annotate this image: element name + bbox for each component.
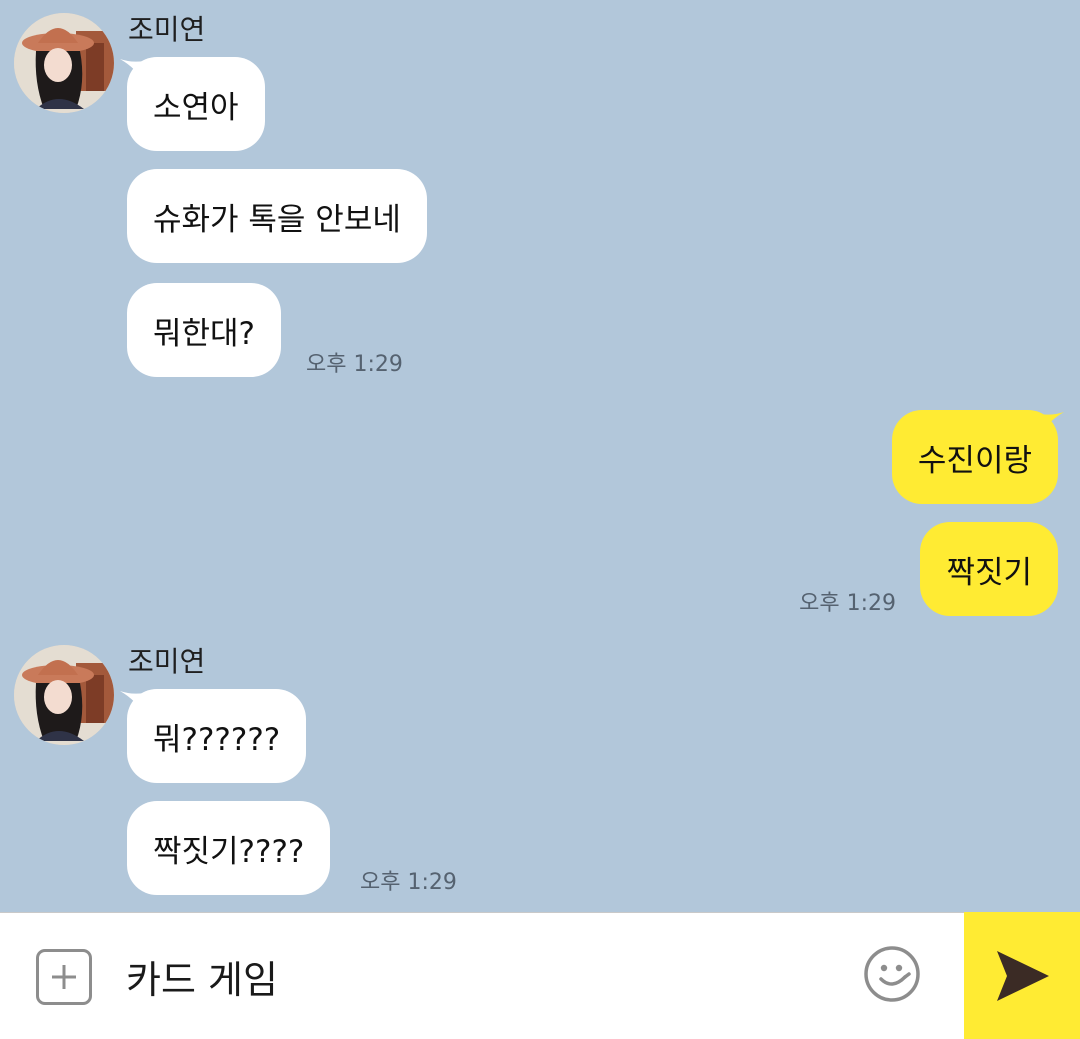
profile-photo-icon xyxy=(14,13,114,113)
incoming-message-bubble[interactable]: 소연아 xyxy=(127,57,265,151)
message-input[interactable] xyxy=(126,939,826,1013)
sender-name: 조미연 xyxy=(128,645,206,678)
profile-photo-icon xyxy=(14,645,114,745)
chat-area[interactable]: 조미연 소연아 슈화가 톡을 안보네 뭐한대? 오후 1:29 수진이랑 짝짓기… xyxy=(0,0,1080,912)
attach-button[interactable] xyxy=(36,949,92,1005)
send-button[interactable] xyxy=(964,912,1080,1039)
outgoing-message-bubble[interactable]: 짝짓기 xyxy=(920,522,1058,616)
incoming-message-bubble[interactable]: 짝짓기???? xyxy=(127,801,331,895)
incoming-message-bubble[interactable]: 슈화가 톡을 안보네 xyxy=(127,169,427,263)
sender-avatar[interactable] xyxy=(14,13,114,113)
message-timestamp: 오후 1:29 xyxy=(306,352,403,377)
plus-square-icon xyxy=(52,965,76,989)
outgoing-message-bubble[interactable]: 수진이랑 xyxy=(891,410,1058,504)
sender-avatar[interactable] xyxy=(14,645,114,745)
sender-name: 조미연 xyxy=(128,13,206,46)
send-arrow-icon xyxy=(997,950,1049,1001)
emoji-button[interactable] xyxy=(862,944,922,1004)
incoming-message-bubble[interactable]: 뭐?????? xyxy=(127,689,307,783)
smiley-icon xyxy=(864,946,920,1002)
message-timestamp: 오후 1:29 xyxy=(799,591,896,616)
message-timestamp: 오후 1:29 xyxy=(360,870,457,895)
incoming-message-bubble[interactable]: 뭐한대? xyxy=(127,283,282,377)
